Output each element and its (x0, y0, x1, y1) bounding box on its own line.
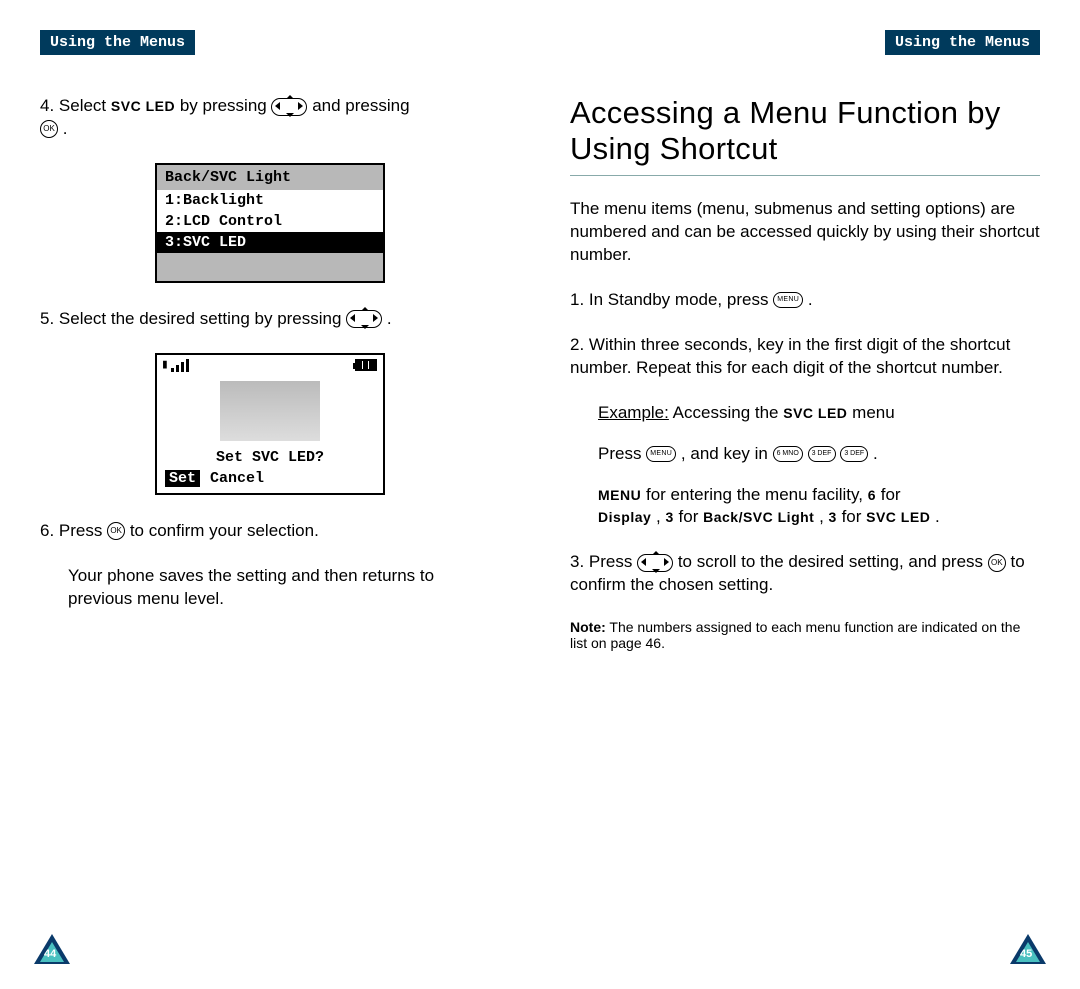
note-text: The numbers assigned to each menu functi… (570, 619, 1020, 651)
ex-a: Accessing the (673, 403, 784, 422)
section-title: Accessing a Menu Function by Using Short… (570, 95, 1040, 176)
step4-a: 4. Select (40, 96, 106, 115)
note-label: Note: (570, 619, 606, 635)
step1-a: 1. In Standby mode, press (570, 290, 773, 309)
lcd1-row3-selected: 3:SVC LED (157, 232, 383, 253)
press-a: Press (598, 444, 646, 463)
menu-b: for (881, 485, 901, 504)
ok-button-icon: OK (988, 554, 1006, 572)
lcd2-set: Set (165, 470, 200, 487)
nav-icon (637, 554, 673, 572)
dot: . (935, 507, 940, 526)
menu-button-icon: MENU (773, 292, 803, 308)
step6-b: to confirm your selection. (130, 521, 319, 540)
ok-button-icon: OK (40, 120, 58, 138)
page-corner-right: 45 (1010, 934, 1046, 964)
step3-b: to scroll to the desired setting, and pr… (678, 552, 988, 571)
lcd2-color-box (220, 381, 320, 441)
signal-icon (163, 359, 193, 373)
lcd1-title: Back/SVC Light (157, 165, 383, 190)
nav-icon (271, 98, 307, 116)
lcd-screen-2: Set SVC LED? Set Cancel (155, 353, 385, 495)
lcd1-blank (157, 253, 383, 281)
step5: 5. Select the desired setting by pressin… (40, 308, 500, 331)
note: Note: The numbers assigned to each menu … (570, 619, 1040, 651)
battery-icon (355, 359, 377, 371)
page-corner-left: 44 (34, 934, 70, 964)
step6-cont: Your phone saves the setting and then re… (40, 565, 500, 611)
menu-sc: MENU (598, 487, 641, 503)
back-sc: Back/SVC Light (703, 509, 814, 525)
step4-svc-led: SVC LED (111, 98, 175, 114)
header-left: Using the Menus (40, 30, 195, 55)
key-3: 3 DEF (808, 446, 836, 462)
lcd2-question: Set SVC LED? (157, 447, 383, 468)
step4-c: and pressing (312, 96, 409, 115)
page-num-left: 44 (44, 948, 56, 960)
key-3: 3 DEF (840, 446, 868, 462)
lcd-screen-1: Back/SVC Light 1:Backlight 2:LCD Control… (155, 163, 385, 283)
menu-c: , (656, 507, 665, 526)
lcd2-cancel: Cancel (210, 470, 264, 487)
page-num-right: 45 (1020, 948, 1032, 960)
step6: 6. Press OK to confirm your selection. (40, 520, 500, 543)
intro: The menu items (menu, submenus and setti… (570, 198, 1040, 267)
ex-svc: SVC LED (783, 405, 847, 421)
menu-button-icon: MENU (646, 446, 676, 462)
step4: 4. Select SVC LED by pressing and pressi… (40, 95, 500, 141)
menu-a: for entering the menu facility, (646, 485, 868, 504)
ex-b: menu (852, 403, 895, 422)
right-page: Using the Menus Accessing a Menu Functio… (540, 0, 1080, 989)
three1: 3 (666, 509, 674, 525)
nav-icon (346, 310, 382, 328)
header-right: Using the Menus (885, 30, 1040, 55)
lcd1-row2: 2:LCD Control (157, 211, 383, 232)
lcd1-row1: 1:Backlight (157, 190, 383, 211)
menu-e: , (819, 507, 828, 526)
ok-button-icon: OK (107, 522, 125, 540)
key-6: 6 MNO (773, 446, 803, 462)
step3: 3. Press to scroll to the desired settin… (570, 551, 1040, 597)
six: 6 (868, 487, 876, 503)
press-b: , and key in (681, 444, 773, 463)
step6-a: 6. Press (40, 521, 107, 540)
menu-f: for (842, 507, 867, 526)
step3-a: 3. Press (570, 552, 637, 571)
example-label: Example: (598, 403, 669, 422)
step2: 2. Within three seconds, key in the firs… (570, 334, 1040, 380)
step1: 1. In Standby mode, press MENU . (570, 289, 1040, 312)
step4-b: by pressing (180, 96, 272, 115)
three2: 3 (829, 509, 837, 525)
step5-text: 5. Select the desired setting by pressin… (40, 309, 346, 328)
svc-sc: SVC LED (866, 509, 930, 525)
left-page: Using the Menus 4. Select SVC LED by pre… (0, 0, 540, 989)
example-block: Example: Accessing the SVC LED menu Pres… (570, 402, 1040, 530)
display-sc: Display (598, 509, 651, 525)
menu-d: for (679, 507, 704, 526)
